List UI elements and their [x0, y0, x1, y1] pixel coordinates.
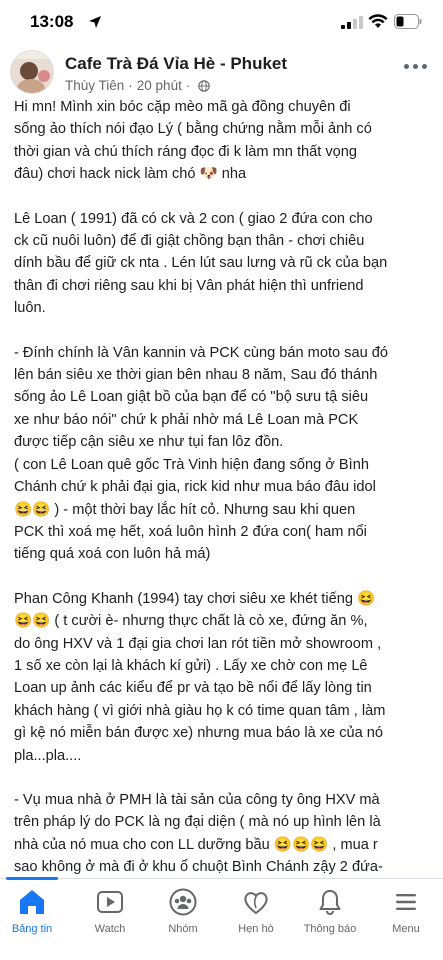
nav-item-notifications[interactable]: Thông báo: [293, 887, 367, 935]
wifi-icon: [368, 14, 388, 28]
nav-item-groups[interactable]: Nhóm: [146, 887, 220, 935]
nav-label: Hẹn hò: [238, 923, 274, 935]
nav-item-menu[interactable]: Menu: [369, 887, 443, 935]
dating-icon: [244, 892, 268, 915]
active-tab-indicator: [6, 877, 58, 880]
more-dot-icon: [421, 63, 427, 69]
post-paragraph: Phan Công Khanh (1994) tay chơi siêu xe …: [14, 590, 386, 764]
post-paragraph: - Vụ mua nhà ở PMH là tài sản của công t…: [14, 791, 383, 876]
watch-icon: [97, 891, 123, 913]
nav-label: Menu: [392, 923, 420, 935]
post-paragraph: Hi mn! Mình xin bóc cặp mèo mã gà đồng c…: [14, 99, 372, 183]
globe-icon: [198, 79, 211, 92]
more-dot-icon: [403, 63, 409, 69]
cellular-signal-icon: [341, 16, 363, 29]
more-options-button[interactable]: [398, 56, 432, 76]
nav-label: Thông báo: [303, 923, 357, 935]
more-dot-icon: [412, 63, 418, 69]
home-icon: [20, 890, 44, 914]
post-body: Hi mn! Mình xin bóc cặp mèo mã gà đồng c…: [14, 96, 432, 879]
location-arrow-icon: [89, 16, 101, 28]
battery-icon: [394, 14, 422, 29]
post-paragraph: Lê Loan ( 1991) đã có ck và 2 con ( giao…: [14, 210, 388, 317]
post-paragraph: - Đính chính là Vân kannin và PCK cùng b…: [14, 344, 388, 563]
group-name[interactable]: Cafe Trà Đá Vỉa Hè - Phuket: [65, 54, 287, 74]
post-meta: Thùy Tiên · 20 phút ·: [65, 78, 211, 93]
post-time[interactable]: 20 phút: [137, 78, 182, 93]
bottom-navigation: Bảng tin Watch Nhóm Hẹn hò Thông báo Men…: [0, 877, 443, 960]
nav-item-watch[interactable]: Watch: [73, 887, 147, 935]
meta-separator: ·: [128, 78, 133, 93]
nav-label: Watch: [94, 923, 126, 935]
status-time: 13:08: [30, 12, 74, 31]
status-bar: 13:08: [0, 0, 443, 48]
bell-icon: [319, 890, 341, 915]
author-name[interactable]: Thùy Tiên: [65, 78, 124, 93]
nav-item-feed[interactable]: Bảng tin: [0, 887, 69, 935]
menu-icon: [396, 894, 416, 910]
nav-label: Bảng tin: [11, 923, 53, 935]
nav-label: Nhóm: [168, 923, 198, 935]
groups-icon: [169, 888, 197, 916]
nav-item-dating[interactable]: Hẹn hò: [219, 887, 293, 935]
author-avatar[interactable]: [10, 50, 54, 94]
meta-separator-2: ·: [185, 78, 191, 93]
